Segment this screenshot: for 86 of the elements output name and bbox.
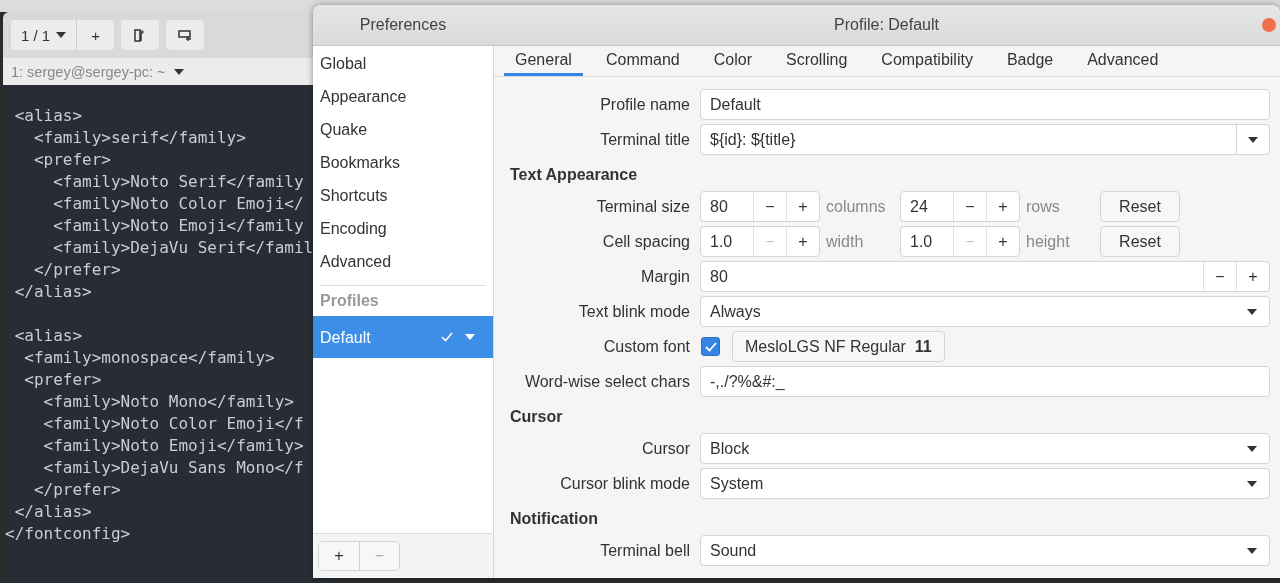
window-title: Preferences xyxy=(359,16,447,33)
section-heading: Cursor xyxy=(510,407,564,427)
unit-label: columns xyxy=(826,197,887,216)
check-icon xyxy=(704,341,717,352)
spin-field[interactable]: 80 − + xyxy=(700,261,1270,292)
code-line: </alias> xyxy=(13,501,93,523)
font-button[interactable]: MesloLGS NF Regular 11 xyxy=(732,331,945,362)
decrement-button[interactable]: − xyxy=(753,192,786,221)
unit-label: rows xyxy=(1026,197,1061,216)
dropdown[interactable]: System xyxy=(700,468,1270,499)
sidebar-item[interactable]: Advanced xyxy=(313,245,493,278)
code-line: <family>Noto Mono</family> xyxy=(42,391,295,413)
checkbox[interactable] xyxy=(701,337,720,356)
caret-icon xyxy=(1247,445,1257,452)
dropdown[interactable]: Always xyxy=(700,296,1270,327)
new-tab-button[interactable]: + xyxy=(76,20,114,50)
section-heading: Notification xyxy=(510,509,599,529)
field-label: Cell spacing xyxy=(602,232,690,251)
caret-icon[interactable] xyxy=(465,334,475,340)
code-line: <family>Noto Color Emoji</f xyxy=(42,413,305,435)
field-label: Terminal title xyxy=(600,130,690,149)
field-label: Text blink mode xyxy=(578,302,690,321)
tab[interactable]: Badge xyxy=(995,46,1065,76)
text-field[interactable]: -,./?%&#:_ xyxy=(700,366,1270,397)
field-label: Cursor blink mode xyxy=(560,474,690,493)
increment-button[interactable]: + xyxy=(786,227,819,256)
sidebar-item[interactable]: Global xyxy=(313,47,493,80)
code-line: <family>Noto Emoji</family> xyxy=(42,435,305,457)
code-line: </fontconfig> xyxy=(5,523,132,545)
screen-icon xyxy=(177,29,192,41)
profiles-header: Profiles xyxy=(319,291,380,311)
code-line: <prefer> xyxy=(23,369,103,391)
profile-name: Default xyxy=(320,327,371,348)
unit-label: width xyxy=(826,232,865,251)
dropdown[interactable]: Block xyxy=(700,433,1270,464)
tab[interactable]: Advanced xyxy=(1076,46,1170,76)
caret-icon xyxy=(173,68,184,75)
sidebar-item[interactable]: Shortcuts xyxy=(313,179,493,212)
decrement-button[interactable]: − xyxy=(953,192,986,221)
split-button[interactable] xyxy=(120,20,159,50)
field-label: Cursor xyxy=(642,439,690,458)
caret-icon xyxy=(1247,308,1257,315)
section-heading: Text Appearance xyxy=(510,165,639,185)
field-label: Word-wise select chars xyxy=(524,372,690,391)
sidebar-item[interactable]: Encoding xyxy=(313,212,493,245)
caret-icon xyxy=(1247,547,1257,554)
tab[interactable]: Color xyxy=(702,46,763,76)
code-line: <alias> xyxy=(13,105,84,127)
code-line: <family>DejaVu Serif</famil xyxy=(52,237,315,259)
code-line: </prefer> xyxy=(32,479,122,501)
tab[interactable]: Compatibility xyxy=(870,46,984,76)
field-label: Terminal bell xyxy=(600,541,690,560)
code-line: <family>DejaVu Sans Mono</f xyxy=(42,457,305,479)
profile-title: Profile: Default xyxy=(834,16,939,33)
field-label: Margin xyxy=(641,267,690,286)
document-icon xyxy=(134,28,146,42)
code-line: <family>Noto Serif</family xyxy=(52,171,305,193)
decrement-button[interactable]: − xyxy=(1203,262,1236,291)
increment-button[interactable]: + xyxy=(986,192,1019,221)
caret-icon xyxy=(56,32,67,38)
reset-button[interactable]: Reset xyxy=(1100,191,1180,222)
reset-button[interactable]: Reset xyxy=(1100,226,1180,257)
increment-button[interactable]: + xyxy=(786,192,819,221)
sidebar-item[interactable]: Quake xyxy=(313,113,493,146)
tab[interactable]: Scrolling xyxy=(774,46,859,76)
increment-button[interactable]: + xyxy=(986,227,1019,256)
caret-icon xyxy=(1248,136,1258,143)
field-label: Profile name xyxy=(600,95,690,114)
caret-icon xyxy=(1247,480,1257,487)
dropdown[interactable]: Sound xyxy=(700,535,1270,566)
spin-field[interactable]: 1.0 − + xyxy=(900,226,1020,257)
combo-field[interactable]: ${id}: ${title} xyxy=(700,124,1270,155)
spin-field[interactable]: 24 − + xyxy=(900,191,1020,222)
tab[interactable]: Command xyxy=(594,46,691,76)
text-field[interactable]: Default xyxy=(700,89,1270,120)
sidebar-item[interactable]: Appearance xyxy=(313,80,493,113)
code-line: <family>monospace</family> xyxy=(23,347,276,369)
field-label: Custom font xyxy=(603,337,690,356)
field-label: Terminal size xyxy=(596,197,690,216)
sidebar-item[interactable]: Bookmarks xyxy=(313,146,493,179)
add-terminal-button[interactable] xyxy=(165,20,204,50)
increment-button[interactable]: + xyxy=(1236,262,1269,291)
spin-field[interactable]: 80 − + xyxy=(700,191,820,222)
spin-field[interactable]: 1.0 − + xyxy=(700,226,820,257)
tab[interactable]: General xyxy=(504,46,583,76)
unit-label: height xyxy=(1026,232,1071,251)
